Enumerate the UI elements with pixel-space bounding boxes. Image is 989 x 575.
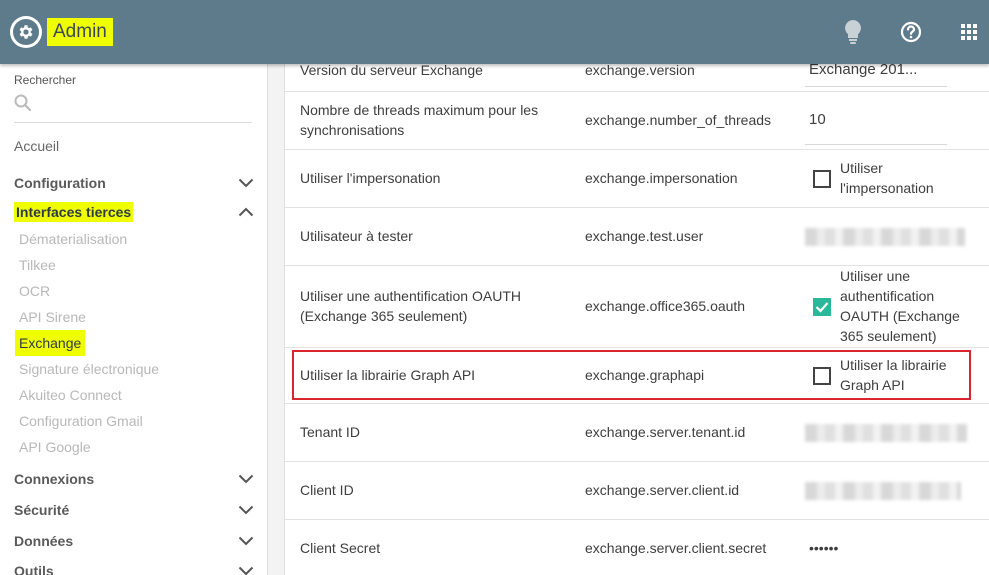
sidebar-section-label: Données (14, 533, 74, 549)
sidebar-section-label: Sécurité (14, 502, 70, 518)
threads-input[interactable]: 10 (809, 110, 959, 130)
sidebar-section-label: Outils (14, 563, 54, 575)
apps-grid-icon[interactable] (956, 18, 982, 46)
checkbox-label[interactable]: Utiliser l'impersonation (840, 158, 970, 198)
tenant-id-input[interactable] (805, 424, 967, 442)
sidebar-section-securite[interactable]: Sécurité (14, 502, 254, 518)
setting-label: Version du serveur Exchange (300, 64, 483, 78)
setting-key: exchange.office365.oauth (585, 298, 746, 314)
setting-label: Tenant ID (300, 424, 360, 440)
setting-label: Nombre de threads maximum pour les synch… (300, 102, 539, 138)
chevron-up-icon (238, 207, 254, 217)
client-secret-input[interactable]: •••••• (809, 538, 838, 558)
sidebar-item-accueil[interactable]: Accueil (14, 138, 59, 154)
setting-key: exchange.server.tenant.id (585, 424, 746, 440)
sidebar-item-api-google[interactable]: API Google (19, 439, 91, 455)
table-row: Tenant ID exchange.server.tenant.id (285, 404, 989, 462)
gear-icon[interactable] (10, 16, 42, 48)
sidebar-item-ocr[interactable]: OCR (19, 283, 50, 299)
setting-key: exchange.server.client.secret (585, 540, 767, 556)
input-underline (805, 144, 947, 145)
chevron-down-icon (238, 536, 254, 546)
sidebar-section-interfaces-tierces[interactable]: Interfaces tierces (14, 202, 254, 222)
sidebar-section-connexions[interactable]: Connexions (14, 471, 254, 487)
settings-panel: Version du serveur Exchange exchange.ver… (268, 64, 989, 575)
checkbox-label[interactable]: Utiliser une authentification OAUTH (Exc… (840, 266, 970, 346)
input-underline (805, 86, 947, 87)
lightbulb-icon[interactable] (840, 18, 866, 46)
search-input[interactable] (14, 122, 252, 123)
search-label: Rechercher (14, 73, 77, 87)
sidebar-section-outils[interactable]: Outils (14, 563, 254, 575)
sidebar: Rechercher Accueil Configuration Interfa… (0, 64, 268, 575)
setting-label: Utilisateur à tester (300, 228, 413, 244)
setting-label: Utiliser l'impersonation (300, 170, 441, 186)
table-row: Client ID exchange.server.client.id (285, 462, 989, 520)
table-row: Version du serveur Exchange exchange.ver… (285, 64, 989, 92)
search-icon[interactable] (14, 94, 32, 117)
sidebar-item-dematerialisation[interactable]: Dématerialisation (19, 231, 127, 247)
highlight-box (292, 350, 971, 400)
sidebar-section-label: Connexions (14, 471, 95, 487)
help-icon[interactable] (898, 18, 924, 46)
checkmark-icon (815, 302, 829, 313)
test-user-input[interactable] (805, 228, 965, 246)
table-row: Utiliser l'impersonation exchange.impers… (285, 150, 989, 208)
setting-key: exchange.server.client.id (585, 482, 740, 498)
sidebar-section-configuration[interactable]: Configuration (14, 175, 254, 191)
table-row: Utiliser une authentification OAUTH (Exc… (285, 266, 989, 348)
setting-key: exchange.test.user (585, 228, 704, 244)
table-row: Nombre de threads maximum pour les synch… (285, 92, 989, 150)
sidebar-section-label: Configuration (14, 175, 106, 191)
sidebar-section-donnees[interactable]: Données (14, 533, 254, 549)
oauth-checkbox[interactable] (813, 298, 831, 316)
setting-label: Client ID (300, 482, 354, 498)
sidebar-item-configuration-gmail[interactable]: Configuration Gmail (19, 413, 143, 429)
impersonation-checkbox[interactable] (813, 170, 831, 188)
table-row: Client Secret exchange.server.client.sec… (285, 520, 989, 575)
sidebar-item-api-sirene[interactable]: API Sirene (19, 309, 86, 325)
setting-key: exchange.impersonation (585, 170, 738, 186)
top-header: Admin (0, 0, 989, 64)
chevron-down-icon (238, 505, 254, 515)
settings-table: Version du serveur Exchange exchange.ver… (284, 64, 989, 575)
setting-label: Client Secret (300, 540, 381, 556)
setting-value-field[interactable]: Exchange 201... (809, 64, 959, 80)
app-title: Admin (47, 18, 113, 46)
sidebar-item-tilkee[interactable]: Tilkee (19, 257, 56, 273)
sidebar-item-exchange[interactable]: Exchange (15, 330, 86, 356)
client-id-input[interactable] (805, 482, 961, 500)
sidebar-item-signature-electronique[interactable]: Signature électronique (19, 361, 159, 377)
setting-key: exchange.number_of_threads (585, 112, 772, 128)
sidebar-item-akuiteo-connect[interactable]: Akuiteo Connect (19, 387, 122, 403)
table-row: Utilisateur à tester exchange.test.user (285, 208, 989, 266)
chevron-down-icon (238, 178, 254, 188)
sidebar-section-label: Interfaces tierces (14, 202, 134, 222)
chevron-down-icon (238, 566, 254, 575)
chevron-down-icon (238, 474, 254, 484)
setting-label: Utiliser une authentification OAUTH (Exc… (300, 288, 521, 324)
setting-key: exchange.version (585, 64, 695, 78)
